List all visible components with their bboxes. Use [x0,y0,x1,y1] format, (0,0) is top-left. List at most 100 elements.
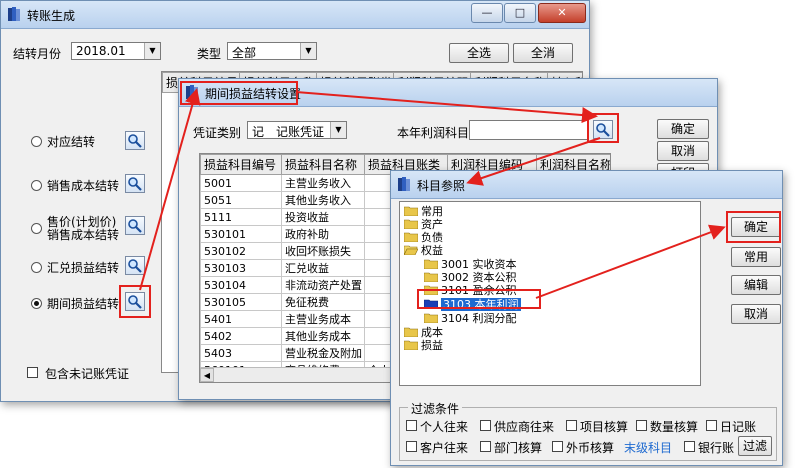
filter-label: 项目核算 [580,420,629,434]
minimize-button[interactable]: — [471,3,503,23]
table-cell[interactable]: 5001 [200,174,282,192]
period-pl-titlebar[interactable]: 期间损益结转设置 [179,79,717,107]
filter-checkbox[interactable] [480,420,491,431]
table-cell[interactable]: 政府补助 [281,225,365,243]
filter-checkbox[interactable] [406,420,417,431]
table-cell[interactable]: 其他业务成本 [281,327,365,345]
filter-checkbox[interactable] [706,420,717,431]
table-cell[interactable]: 5401 [200,310,282,328]
table-cell[interactable]: 主营业务收入 [281,174,365,192]
ok-button[interactable]: 确定 [731,217,781,237]
table-cell[interactable]: 530103 [200,259,282,277]
filter-checkbox[interactable] [552,441,563,452]
tree-node-label: 3103 本年利润 [441,298,521,311]
table-cell[interactable]: 营业税金及附加 [281,344,365,362]
profit-account-input[interactable] [469,120,589,140]
option-label: 汇兑损益结转 [47,261,120,275]
folder-icon [404,327,418,337]
radio-period-pl[interactable] [31,298,42,309]
month-value: 2018.01 [76,44,126,58]
folder-icon [424,285,438,295]
transfer-generate-titlebar[interactable]: 转账生成 — □ ✕ [1,1,589,29]
deselect-all-button[interactable]: 全消 [513,43,573,63]
month-combo[interactable]: 2018.01 ▼ [71,42,161,60]
leaf-account-filter[interactable]: 末级科目 [624,439,672,456]
table-cell[interactable]: 主营业务成本 [281,310,365,328]
ok-button[interactable]: 确定 [657,119,709,139]
tree-node-label: 资产 [421,218,443,231]
chevron-down-icon[interactable]: ▼ [144,43,160,59]
folder-icon [404,340,418,350]
option-label: 期间损益结转 [47,297,120,311]
cancel-button[interactable]: 取消 [657,141,709,161]
filter-label: 部门核算 [494,441,543,455]
voucher-type-combo[interactable]: 记 记账凭证 ▼ [247,121,347,139]
include-unposted-checkbox[interactable] [27,367,38,378]
maximize-icon: □ [514,6,526,19]
sales-cost-search-button[interactable] [125,174,145,193]
select-all-button[interactable]: 全选 [449,43,509,63]
table-cell[interactable]: 5111 [200,208,282,226]
filter-button[interactable]: 过滤 [738,436,772,456]
table-cell[interactable]: 其他业务收入 [281,191,365,209]
common-button[interactable]: 常用 [731,247,781,267]
planned-price-search-button[interactable] [125,216,145,235]
profit-account-label: 本年利润科目 [397,126,470,140]
table-cell[interactable]: 免征税费 [281,293,365,311]
table-cell[interactable]: 530101 [200,225,282,243]
scroll-left-icon[interactable]: ◀ [200,368,214,382]
table-cell[interactable]: 投资收益 [281,208,365,226]
table-cell[interactable]: 530102 [200,242,282,260]
tree-node-label: 权益 [421,244,443,257]
filter-label: 银行账 [698,441,735,455]
radio-planned-price[interactable] [31,223,42,234]
filter-checkbox[interactable] [636,420,647,431]
folder-icon [404,232,418,242]
exchange-search-button[interactable] [125,256,145,275]
filter-label: 供应商往来 [494,420,555,434]
cancel-button[interactable]: 取消 [731,304,781,324]
maximize-button[interactable]: □ [504,3,536,23]
profit-account-search-button[interactable] [593,120,613,139]
filter-checkbox[interactable] [684,441,695,452]
corresponding-search-button[interactable] [125,131,145,150]
filter-checkbox[interactable] [406,441,417,452]
option-label: 销售成本结转 [47,179,120,193]
folder-icon [424,272,438,282]
table-cell[interactable]: 非流动资产处置 [281,276,365,294]
account-reference-window: 科目参照 常用 资产 负债 权益 3001 实收资本 3002 资本公积 310… [390,170,783,466]
tree-node-label: 3101 盈余公积 [441,284,517,297]
close-icon: ✕ [557,6,567,19]
edit-button[interactable]: 编辑 [731,275,781,295]
book-app-icon [8,7,20,21]
account-tree[interactable]: 常用 资产 负债 权益 3001 实收资本 3002 资本公积 3101 盈余公… [399,201,701,386]
close-button[interactable]: ✕ [538,3,586,23]
table-cell[interactable]: 5051 [200,191,282,209]
magnifier-icon [128,259,142,273]
period-pl-search-button[interactable] [125,292,145,311]
account-reference-titlebar[interactable]: 科目参照 [391,171,782,199]
voucher-type-value: 记 记账凭证 [252,125,325,139]
table-cell[interactable]: 530105 [200,293,282,311]
tree-node-label: 损益 [421,339,443,352]
radio-corresponding[interactable] [31,136,42,147]
table-cell[interactable]: 收回坏账损失 [281,242,365,260]
type-combo[interactable]: 全部 ▼ [227,42,317,60]
column-header[interactable]: 损益科目名称 [281,154,365,175]
option-label: 对应结转 [47,135,96,149]
radio-sales-cost[interactable] [31,180,42,191]
column-header[interactable]: 损益科目编号 [200,154,282,175]
filter-checkbox[interactable] [566,420,577,431]
table-cell[interactable]: 530104 [200,276,282,294]
radio-exchange[interactable] [31,262,42,273]
book-app-icon [398,177,410,191]
filter-label: 日记账 [720,420,757,434]
folder-icon [404,206,418,216]
filter-checkbox[interactable] [480,441,491,452]
table-cell[interactable]: 5402 [200,327,282,345]
folder-icon [404,219,418,229]
table-cell[interactable]: 汇兑收益 [281,259,365,277]
table-cell[interactable]: 5403 [200,344,282,362]
chevron-down-icon[interactable]: ▼ [330,122,346,138]
chevron-down-icon[interactable]: ▼ [300,43,316,59]
